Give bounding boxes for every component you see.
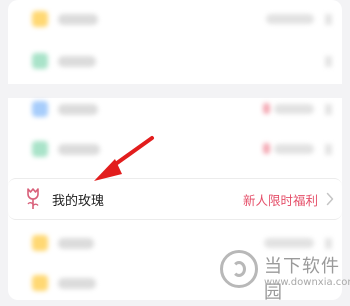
- menu-row-blurred-1[interactable]: [8, 0, 342, 42]
- menu-item-icon: [32, 101, 48, 117]
- menu-item-icon: [32, 275, 48, 291]
- menu-row-blurred-2[interactable]: [8, 40, 342, 84]
- menu-row-blurred-3[interactable]: [8, 88, 342, 132]
- menu-item-icon: [32, 53, 48, 69]
- menu-item-icon: [32, 11, 48, 27]
- rose-icon: [27, 188, 39, 209]
- chevron-right-icon: [325, 144, 332, 155]
- chevron-right-icon: [325, 104, 332, 115]
- promo-badge-text: 新人限时福利: [242, 193, 318, 208]
- menu-item-icon: [32, 141, 48, 157]
- watermark-logo: 当下软件园 www.downxia.com: [214, 244, 350, 303]
- watermark-url: www.downxia.com: [264, 277, 350, 288]
- watermark-circle-icon: [220, 250, 258, 288]
- chevron-right-icon: [325, 56, 332, 67]
- menu-row-blurred-4[interactable]: [8, 128, 342, 172]
- menu-item-label: 我的玫瑰: [52, 194, 105, 209]
- menu-item-icon: [32, 235, 48, 251]
- my-roses-menu-item[interactable]: 我的玫瑰 新人限时福利: [8, 178, 342, 220]
- chevron-right-icon: [326, 192, 334, 206]
- chevron-right-icon: [325, 14, 332, 25]
